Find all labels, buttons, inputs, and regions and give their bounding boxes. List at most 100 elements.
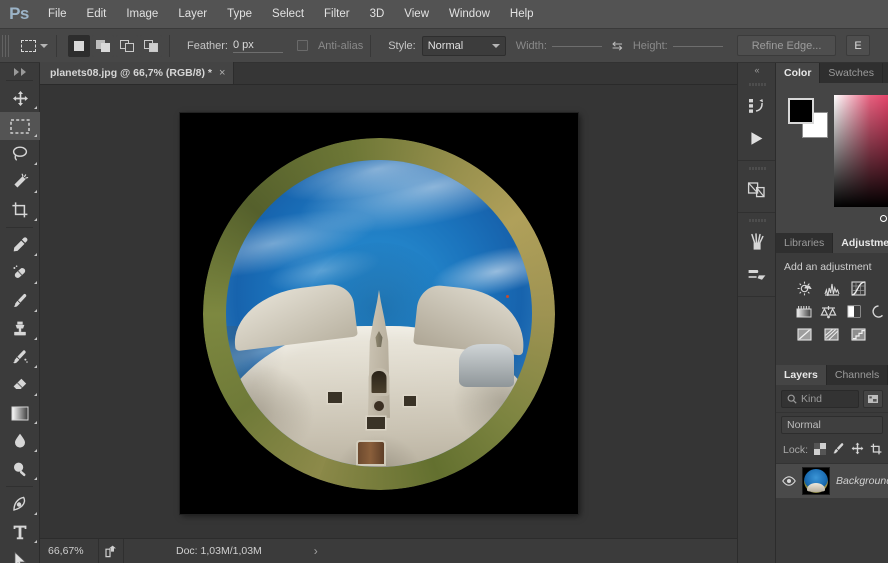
- menu-item-filter[interactable]: Filter: [314, 0, 360, 29]
- style-select[interactable]: Normal: [422, 36, 506, 56]
- edge-overflow-button[interactable]: E: [846, 35, 869, 56]
- exposure-icon[interactable]: [794, 303, 813, 320]
- menu-item-view[interactable]: View: [394, 0, 439, 29]
- dock-collapse-button[interactable]: «: [738, 63, 775, 77]
- width-input[interactable]: [552, 45, 602, 47]
- tab-channels[interactable]: Channels: [827, 365, 888, 385]
- tab-adjustments[interactable]: Adjustments: [833, 233, 888, 253]
- tool-more-indicator: [34, 281, 37, 284]
- subtract-from-selection-button[interactable]: [116, 35, 138, 57]
- layer-row-background[interactable]: Background: [776, 464, 888, 498]
- levels-icon[interactable]: [821, 280, 842, 297]
- tool-more-indicator: [34, 421, 37, 424]
- healing-brush-tool[interactable]: [0, 259, 40, 287]
- layer-kind-filter[interactable]: Kind: [781, 390, 859, 408]
- foreground-background-swatches: [785, 95, 829, 139]
- swap-dimensions-icon[interactable]: ⇆: [612, 38, 623, 54]
- document-tab[interactable]: planets08.jpg @ 66,7% (RGB/8) * ×: [40, 62, 234, 84]
- height-input[interactable]: [673, 45, 723, 47]
- new-selection-button[interactable]: [68, 35, 90, 57]
- eyedropper-tool[interactable]: [0, 231, 40, 259]
- photoshop-window: Ps File Edit Image Layer Type Select Fil…: [0, 0, 888, 563]
- blend-mode-select[interactable]: Normal: [781, 416, 883, 434]
- gradient-tool[interactable]: [0, 399, 40, 427]
- magic-wand-tool[interactable]: [0, 168, 40, 196]
- brushes-icon[interactable]: [738, 226, 775, 258]
- color-lookup-icon[interactable]: [848, 326, 869, 343]
- menu-item-image[interactable]: Image: [116, 0, 168, 29]
- dock-grip[interactable]: [748, 164, 766, 172]
- brightness-contrast-icon[interactable]: [794, 280, 815, 297]
- menu-item-edit[interactable]: Edit: [77, 0, 117, 29]
- blur-tool[interactable]: [0, 427, 40, 455]
- toolbar-collapse-button[interactable]: [0, 63, 39, 77]
- path-selection-tool[interactable]: [0, 546, 40, 563]
- dock-group-properties: [738, 161, 775, 213]
- tab-color[interactable]: Color: [776, 63, 820, 83]
- dodge-tool[interactable]: [0, 455, 40, 483]
- intersect-with-selection-button[interactable]: [140, 35, 162, 57]
- layer-visibility-icon[interactable]: [782, 476, 796, 486]
- dock-grip[interactable]: [748, 216, 766, 224]
- hue-saturation-icon[interactable]: [869, 303, 888, 320]
- menu-item-help[interactable]: Help: [500, 0, 544, 29]
- lock-row: Lock:: [776, 438, 888, 463]
- channel-mixer-icon[interactable]: [821, 326, 842, 343]
- lock-image-icon[interactable]: [832, 442, 845, 458]
- menu-item-layer[interactable]: Layer: [168, 0, 217, 29]
- little-planet-image: [203, 138, 555, 490]
- menu-item-window[interactable]: Window: [439, 0, 500, 29]
- foreground-color-swatch[interactable]: [788, 98, 814, 124]
- color-ramp-field[interactable]: [834, 95, 888, 207]
- menu-item-select[interactable]: Select: [262, 0, 314, 29]
- curves-icon[interactable]: [848, 280, 869, 297]
- type-tool[interactable]: [0, 518, 40, 546]
- brush-settings-icon[interactable]: [738, 258, 775, 290]
- add-to-selection-button[interactable]: [92, 35, 114, 57]
- status-expand-icon[interactable]: ›: [314, 544, 318, 558]
- lasso-tool[interactable]: [0, 140, 40, 168]
- tab-layers[interactable]: Layers: [776, 365, 827, 385]
- properties-icon[interactable]: [738, 174, 775, 206]
- image-canvas[interactable]: [180, 113, 578, 514]
- photo-filter-icon[interactable]: [794, 326, 815, 343]
- crop-tool[interactable]: [0, 196, 40, 224]
- lock-transparency-icon[interactable]: [814, 443, 826, 458]
- menu-item-type[interactable]: Type: [217, 0, 262, 29]
- refine-edge-button[interactable]: Refine Edge...: [737, 35, 837, 56]
- actions-play-icon[interactable]: [738, 122, 775, 154]
- brush-tool[interactable]: [0, 287, 40, 315]
- move-tool[interactable]: [0, 84, 40, 112]
- menu-item-file[interactable]: File: [38, 0, 77, 29]
- tab-libraries[interactable]: Libraries: [776, 233, 833, 253]
- current-tool-preset-picker[interactable]: [19, 34, 49, 58]
- eraser-tool[interactable]: [0, 371, 40, 399]
- vibrance-icon[interactable]: [819, 303, 838, 320]
- black-white-icon[interactable]: [844, 303, 863, 320]
- tool-more-indicator: [34, 393, 37, 396]
- anti-alias-checkbox[interactable]: [297, 40, 308, 51]
- tool-more-indicator: [34, 190, 37, 193]
- lock-artboard-icon[interactable]: [870, 443, 882, 458]
- close-icon[interactable]: ×: [219, 67, 225, 79]
- layer-thumbnail[interactable]: [802, 467, 830, 495]
- dock-grip[interactable]: [748, 80, 766, 88]
- divider: [6, 227, 33, 228]
- tab-swatches[interactable]: Swatches: [820, 63, 883, 83]
- pen-tool[interactable]: [0, 490, 40, 518]
- zoom-level-input[interactable]: 66,67%: [40, 539, 98, 563]
- clone-stamp-tool[interactable]: [0, 315, 40, 343]
- new-selection-icon: [74, 41, 84, 51]
- canvas-area[interactable]: [40, 85, 737, 538]
- lock-position-icon[interactable]: [851, 442, 864, 458]
- options-bar-grip[interactable]: [2, 35, 11, 57]
- share-icon[interactable]: [98, 539, 124, 563]
- rectangular-marquee-tool[interactable]: [0, 112, 40, 140]
- history-icon[interactable]: [738, 90, 775, 122]
- layer-name[interactable]: Background: [836, 475, 888, 487]
- history-brush-tool[interactable]: [0, 343, 40, 371]
- tool-more-indicator: [34, 106, 37, 109]
- feather-input[interactable]: 0 px: [233, 39, 283, 53]
- menu-item-3d[interactable]: 3D: [360, 0, 395, 29]
- filter-type-pixel-icon[interactable]: [863, 390, 883, 408]
